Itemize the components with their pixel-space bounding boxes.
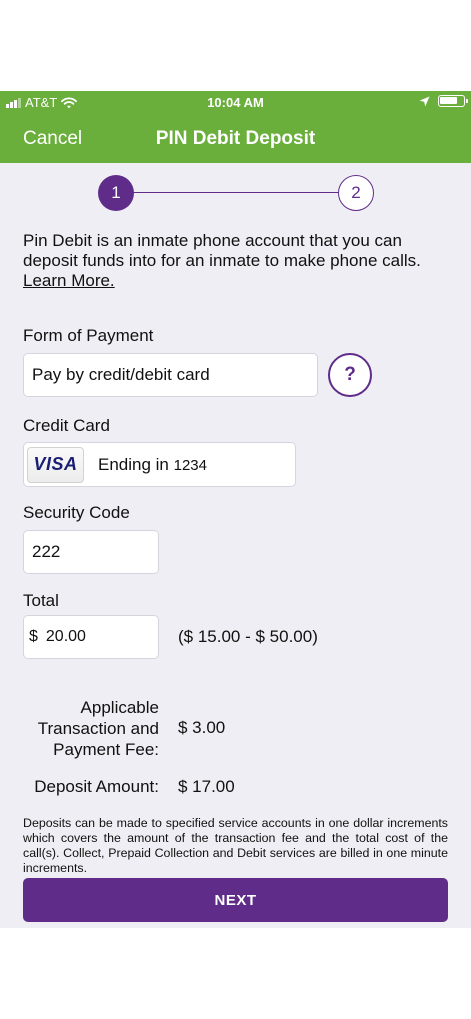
disclaimer-text: Deposits can be made to specified servic… <box>23 816 448 875</box>
payment-label: Form of Payment <box>23 326 154 345</box>
fee-label-line-1: Applicable <box>80 698 159 717</box>
fee-label: Applicable Transaction and Payment Fee: <box>20 697 159 760</box>
total-amount-input[interactable]: $ 20.00 <box>23 615 159 659</box>
location-arrow-icon <box>419 96 430 106</box>
stepper-line <box>116 192 356 193</box>
fee-value: $ 3.00 <box>178 718 226 737</box>
credit-card-label: Credit Card <box>23 416 110 435</box>
security-code-input[interactable]: 222 <box>23 530 159 574</box>
step-1-indicator: 1 <box>98 175 134 211</box>
main-content: 1 2 Pin Debit is an inmate phone account… <box>0 163 471 928</box>
amount-range: ($ 15.00 - $ 50.00) <box>178 627 318 646</box>
question-mark-icon: ? <box>344 364 356 385</box>
status-right <box>419 95 468 107</box>
nav-bar: Cancel PIN Debit Deposit <box>0 113 471 163</box>
fee-label-line-2: Transaction and <box>37 719 159 738</box>
intro-text: Pin Debit is an inmate phone account tha… <box>23 231 421 270</box>
security-code-label: Security Code <box>23 503 130 522</box>
visa-logo-icon: VISA <box>27 446 84 483</box>
status-time: 10:04 AM <box>207 95 264 110</box>
total-amount-value: 20.00 <box>45 628 86 645</box>
learn-more-link[interactable]: Learn More. <box>23 271 115 290</box>
credit-card-select[interactable]: VISA Ending in 1234 <box>23 442 296 487</box>
total-label: Total <box>23 591 59 610</box>
payment-method-value: Pay by credit/debit card <box>32 365 210 384</box>
card-ending-label: Ending in <box>98 454 169 474</box>
card-last-digits: 1234 <box>173 456 207 474</box>
step-2-indicator: 2 <box>338 175 374 211</box>
payment-method-select[interactable]: Pay by credit/debit card <box>23 353 318 397</box>
page-title: PIN Debit Deposit <box>155 128 316 149</box>
progress-stepper: 1 2 <box>98 175 374 211</box>
security-code-value: 222 <box>32 542 61 561</box>
fee-label-line-3: Payment Fee: <box>53 740 159 759</box>
help-button[interactable]: ? <box>328 353 372 397</box>
currency-symbol: $ <box>29 628 38 645</box>
card-ending-text: Ending in 1234 <box>98 455 207 475</box>
deposit-amount-label: Deposit Amount: <box>34 777 159 796</box>
deposit-amount-value: $ 17.00 <box>178 777 235 796</box>
battery-icon <box>438 95 468 107</box>
intro-paragraph: Pin Debit is an inmate phone account tha… <box>23 231 453 291</box>
next-button[interactable]: NEXT <box>23 878 448 922</box>
status-bar: AT&T 10:04 AM <box>0 91 471 113</box>
